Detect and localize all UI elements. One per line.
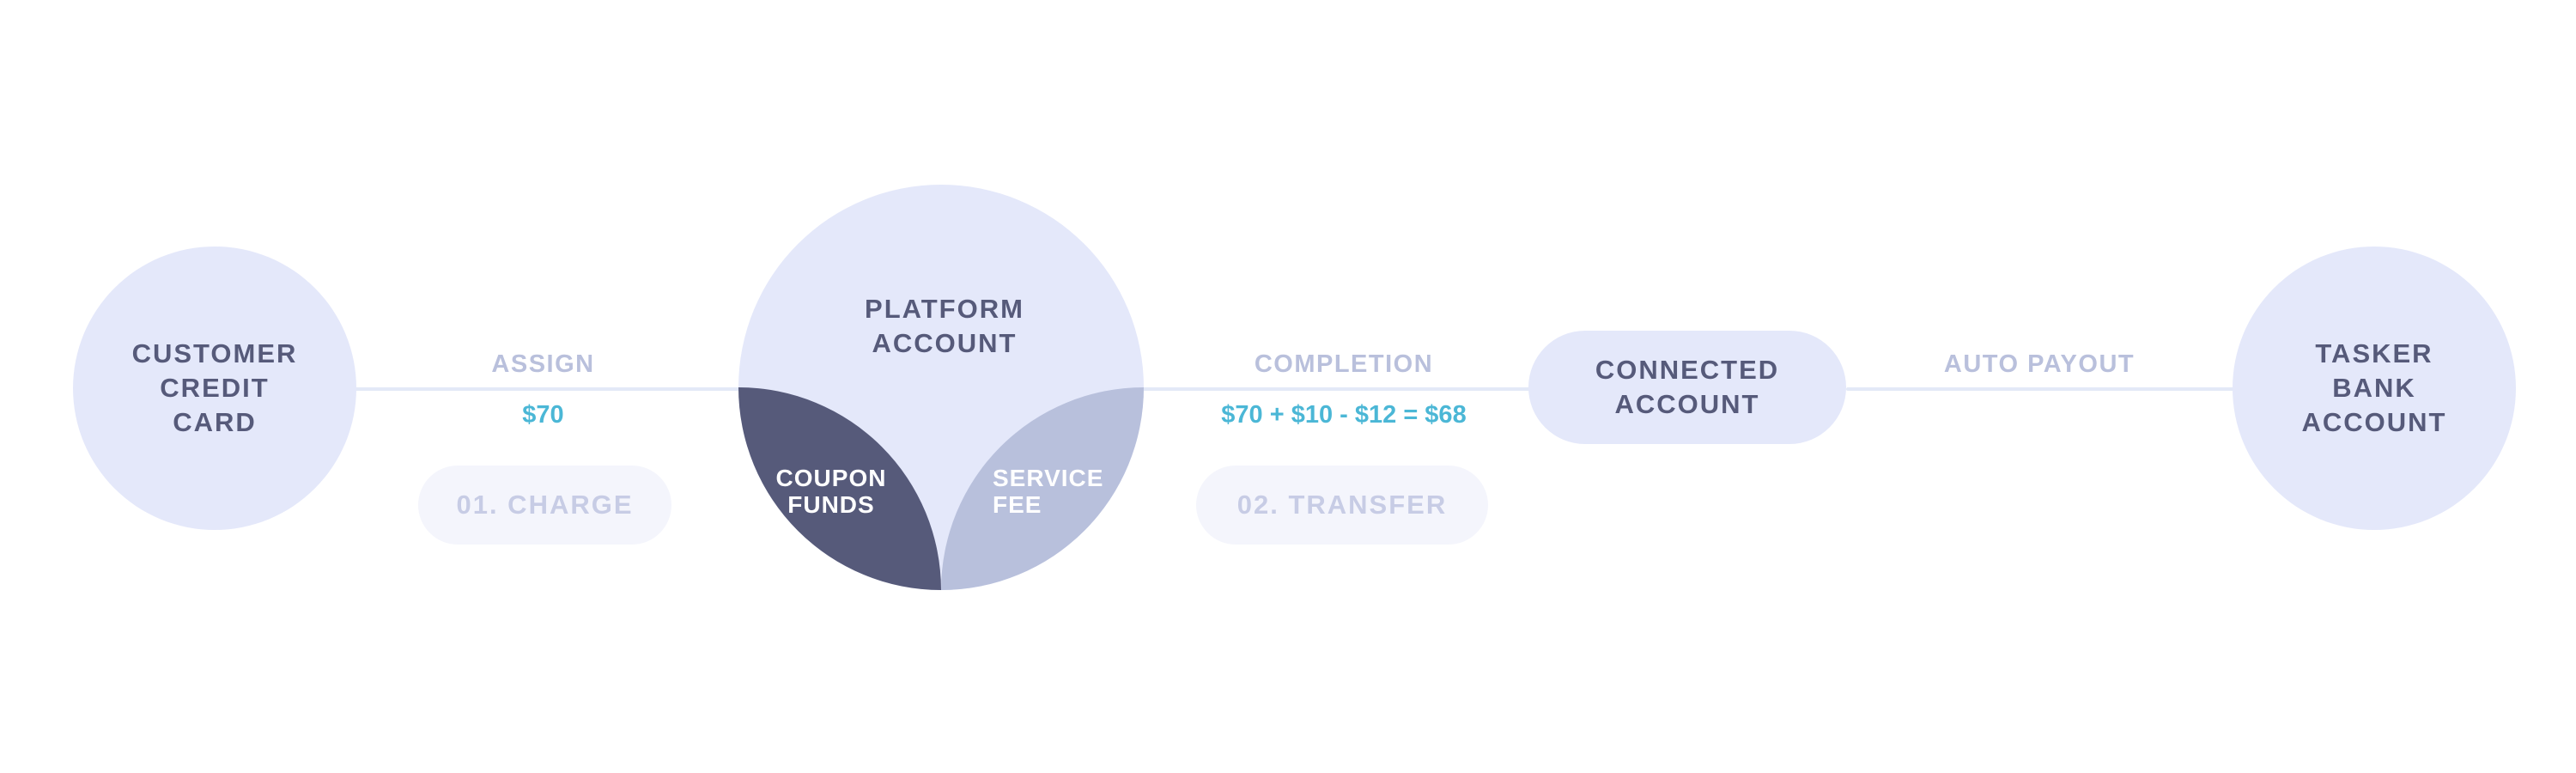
platform-account-label: PLATFORM ACCOUNT	[865, 294, 1024, 358]
tasker-bank-account-label: TASKER BANK ACCOUNT	[2301, 338, 2447, 437]
platform-account-title: PLATFORM ACCOUNT	[738, 292, 1151, 361]
platform-account-circle	[738, 185, 1144, 590]
completion-flow-label: COMPLETION	[1254, 350, 1434, 378]
transfer-step-badge: 02. TRANSFER	[1196, 466, 1488, 545]
assign-amount: $70	[522, 401, 564, 429]
charge-step-label: 01. CHARGE	[456, 490, 634, 520]
charge-step-badge: 01. CHARGE	[418, 466, 671, 545]
customer-credit-card-label: CUSTOMER CREDIT CARD	[131, 338, 298, 437]
platform-account-node	[738, 185, 1144, 590]
connected-account-label: CONNECTED ACCOUNT	[1595, 355, 1780, 419]
connector-line-platform-to-connected	[1142, 387, 1546, 391]
auto-payout-flow-label: AUTO PAYOUT	[1943, 350, 2136, 378]
connector-line-connected-to-bank	[1846, 387, 2241, 391]
connected-account-node: CONNECTED ACCOUNT	[1528, 331, 1846, 444]
completion-amount: $70 + $10 - $12 = $68	[1221, 401, 1467, 429]
connector-line-card-to-platform	[352, 387, 747, 391]
customer-credit-card-node: CUSTOMER CREDIT CARD	[73, 247, 356, 530]
payment-flow-diagram: CUSTOMER CREDIT CARD ASSIGN $70 01. CHAR…	[0, 0, 2576, 773]
transfer-step-label: 02. TRANSFER	[1236, 490, 1448, 520]
service-fee-label: SERVICE FEE	[993, 465, 1104, 518]
tasker-bank-account-node: TASKER BANK ACCOUNT	[2233, 247, 2516, 530]
assign-flow-label: ASSIGN	[491, 350, 595, 378]
coupon-funds-label: COUPON FUNDS	[775, 465, 887, 518]
